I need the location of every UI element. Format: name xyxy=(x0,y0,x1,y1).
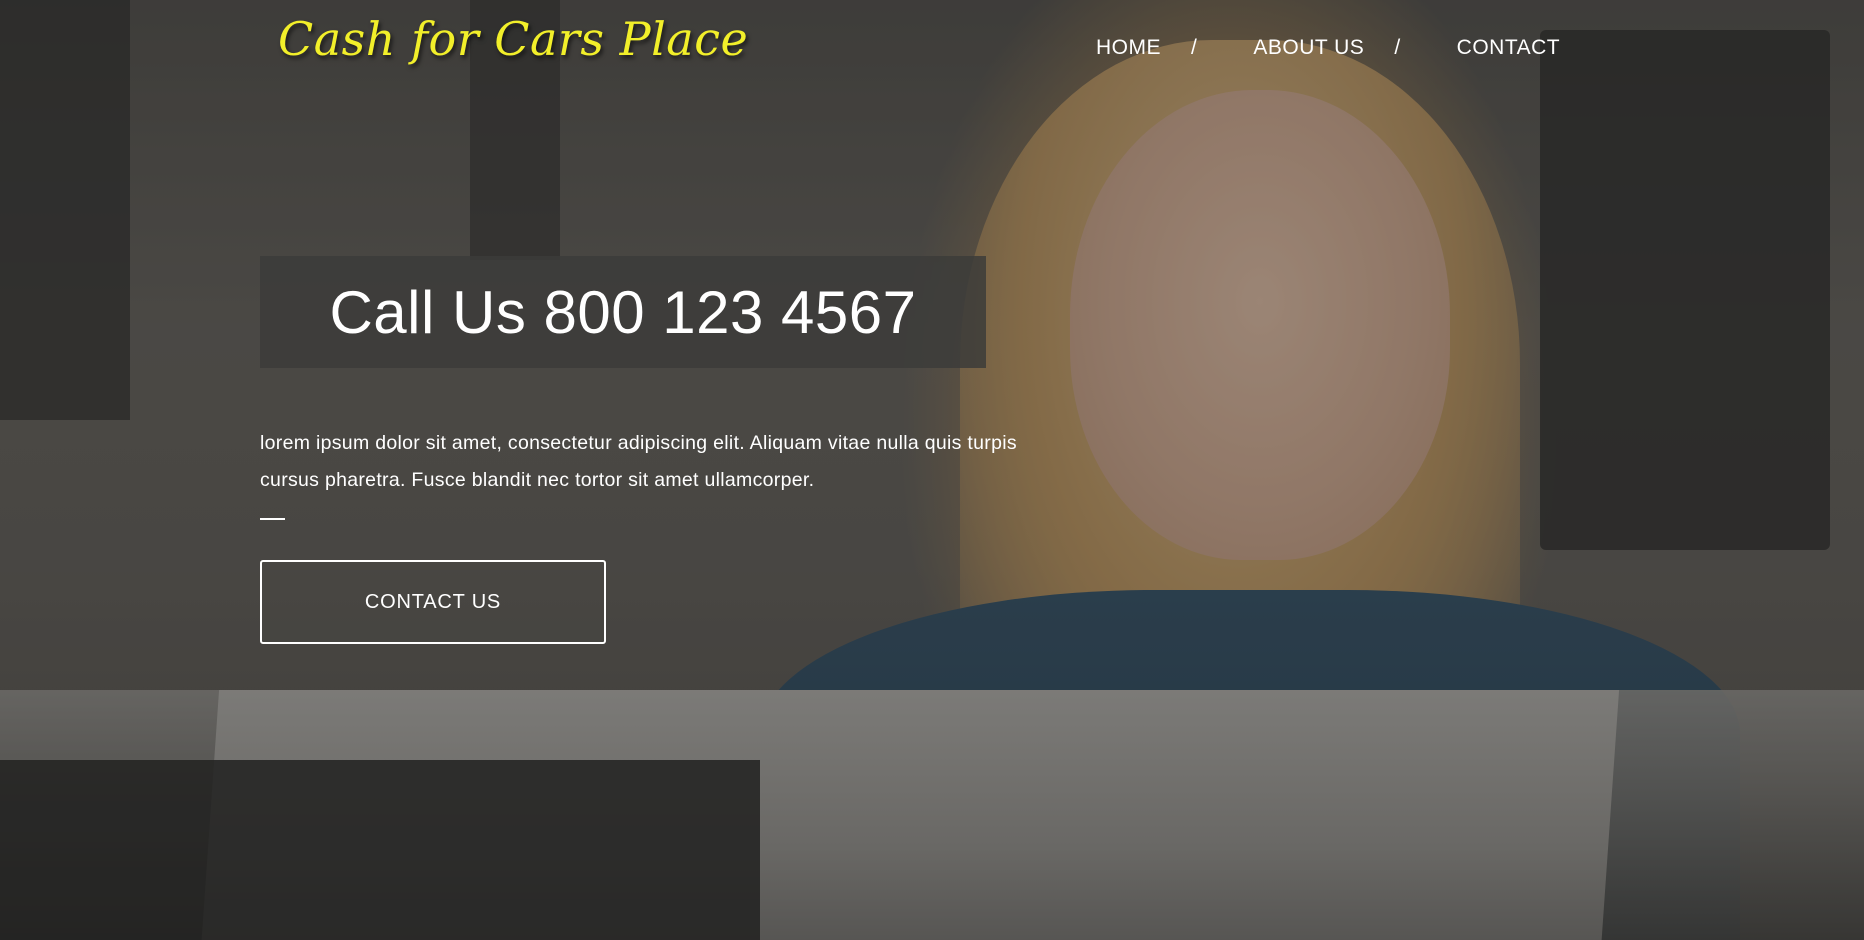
site-logo[interactable]: Cash for Cars Place xyxy=(278,12,748,66)
nav-about-us[interactable]: ABOUT US xyxy=(1253,36,1364,60)
nav-home[interactable]: HOME xyxy=(1096,36,1161,60)
hero-description: lorem ipsum dolor sit amet, consectetur … xyxy=(260,431,1017,491)
call-us-text: Call Us 800 123 4567 xyxy=(329,278,917,346)
divider-dash xyxy=(260,518,285,520)
call-us-banner: Call Us 800 123 4567 xyxy=(260,256,986,368)
nav-separator: / xyxy=(1191,36,1198,59)
hero-section: Cash for Cars Place HOME / ABOUT US / CO… xyxy=(0,0,1864,940)
nav-contact[interactable]: CONTACT xyxy=(1457,36,1560,60)
contact-us-button[interactable]: CONTACT US xyxy=(260,560,606,644)
main-nav: HOME / ABOUT US / CONTACT xyxy=(1096,36,1560,60)
nav-separator: / xyxy=(1394,36,1401,59)
